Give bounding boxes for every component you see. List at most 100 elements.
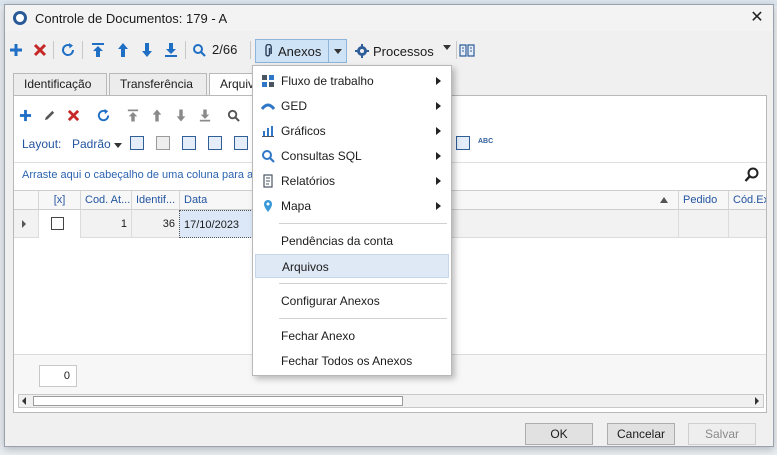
menu-item-fechar-todos-os-anexos[interactable]: Fechar Todos os Anexos bbox=[255, 349, 449, 373]
next-record-icon[interactable] bbox=[170, 102, 192, 128]
refresh-icon[interactable] bbox=[92, 102, 114, 128]
search-icon[interactable] bbox=[744, 167, 760, 183]
window-title: Controle de Documentos: 179 - A bbox=[35, 11, 228, 26]
menu-item-fluxo-de-trabalho[interactable]: Fluxo de trabalho bbox=[255, 69, 449, 93]
last-record-icon[interactable] bbox=[160, 35, 182, 65]
cell-cod-at: 1 bbox=[80, 210, 131, 238]
menu-item-mapa[interactable]: Mapa bbox=[255, 194, 449, 218]
move-down-icon[interactable] bbox=[234, 136, 248, 150]
layout-select[interactable]: Padrão bbox=[72, 137, 111, 151]
add-icon[interactable] bbox=[5, 35, 27, 65]
ok-button[interactable]: OK bbox=[525, 423, 593, 445]
text-style-icon[interactable]: ABC bbox=[478, 138, 493, 145]
title-bar: Controle de Documentos: 179 - A ✕ bbox=[5, 5, 773, 31]
scroll-left-icon[interactable] bbox=[20, 396, 30, 406]
anexos-button[interactable]: Anexos bbox=[255, 39, 347, 63]
workflow-icon bbox=[262, 75, 274, 87]
book-icon[interactable] bbox=[456, 35, 478, 65]
last-record-icon[interactable] bbox=[194, 102, 216, 128]
anexos-dropdown-arrow[interactable] bbox=[328, 40, 346, 62]
previous-record-icon[interactable] bbox=[112, 35, 134, 65]
delete-icon[interactable] bbox=[62, 102, 84, 128]
menu-item-configurar-anexos[interactable]: Configurar Anexos bbox=[255, 289, 449, 313]
layout-label: Layout: bbox=[22, 137, 62, 151]
anexos-dropdown-menu: Fluxo de trabalho GED Gráficos Consultas… bbox=[252, 65, 452, 376]
report-icon bbox=[263, 174, 273, 188]
tab-transferencia[interactable]: Transferência bbox=[109, 73, 207, 95]
menu-item-graficos[interactable]: Gráficos bbox=[255, 119, 449, 143]
move-up-icon[interactable] bbox=[208, 136, 222, 150]
menu-item-fechar-anexo[interactable]: Fechar Anexo bbox=[255, 324, 449, 348]
save-button[interactable]: Salvar bbox=[688, 423, 756, 445]
gear-icon bbox=[355, 44, 369, 58]
anexos-label: Anexos bbox=[278, 43, 322, 59]
footer-count: 0 bbox=[39, 365, 77, 387]
app-logo-icon bbox=[13, 11, 27, 25]
group-icon[interactable] bbox=[182, 136, 196, 150]
map-pin-icon bbox=[264, 200, 272, 212]
scroll-right-icon[interactable] bbox=[752, 396, 762, 406]
sort-asc-icon bbox=[660, 197, 668, 203]
toolbar-separator bbox=[185, 41, 186, 59]
menu-item-pendencias-da-conta[interactable]: Pendências da conta bbox=[255, 229, 449, 253]
record-position: 2/66 bbox=[212, 42, 238, 57]
chevron-right-icon bbox=[436, 77, 441, 85]
query-icon bbox=[262, 150, 275, 163]
first-record-icon[interactable] bbox=[87, 35, 109, 65]
search-icon[interactable] bbox=[222, 102, 244, 128]
menu-item-arquivos[interactable]: Arquivos bbox=[255, 254, 449, 278]
column-header-identif[interactable]: Identif... bbox=[131, 191, 179, 211]
select-cell bbox=[38, 210, 80, 238]
menu-separator bbox=[279, 283, 447, 284]
toolbar-separator bbox=[53, 41, 54, 59]
collapse-icon[interactable] bbox=[156, 136, 170, 150]
chevron-right-icon bbox=[436, 127, 441, 135]
chevron-right-icon bbox=[436, 202, 441, 210]
add-icon[interactable] bbox=[14, 102, 36, 128]
column-header-pedido[interactable]: Pedido bbox=[678, 191, 728, 211]
next-record-icon[interactable] bbox=[136, 35, 158, 65]
row-indicator-icon bbox=[22, 220, 26, 228]
row-checkbox[interactable] bbox=[51, 217, 64, 230]
cell-data[interactable]: 17/10/2023 bbox=[179, 210, 253, 238]
main-toolbar: 2/66 Anexos Processos bbox=[5, 35, 773, 65]
toolbar-separator bbox=[250, 41, 251, 59]
expand-icon[interactable] bbox=[130, 136, 144, 150]
chevron-down-icon[interactable] bbox=[114, 143, 122, 148]
cancel-button[interactable]: Cancelar bbox=[607, 423, 675, 445]
toolbar-separator bbox=[82, 41, 83, 59]
menu-item-consultas-sql[interactable]: Consultas SQL bbox=[255, 144, 449, 168]
background-bottom bbox=[0, 447, 777, 455]
cell-cod-ex bbox=[728, 210, 766, 238]
column-header-cod-at[interactable]: Cod. At... bbox=[80, 191, 131, 211]
menu-separator bbox=[279, 318, 447, 319]
refresh-icon[interactable] bbox=[57, 35, 79, 65]
scrollbar-thumb[interactable] bbox=[33, 396, 403, 406]
search-icon[interactable] bbox=[188, 35, 210, 65]
cell-identif: 36 bbox=[131, 210, 179, 238]
close-icon[interactable]: ✕ bbox=[747, 8, 767, 28]
chevron-down-icon bbox=[333, 48, 342, 54]
edit-icon[interactable] bbox=[38, 102, 60, 128]
column-header-cod-ex[interactable]: Cód.Ex bbox=[728, 191, 766, 211]
columns-icon[interactable] bbox=[456, 136, 470, 150]
chevron-down-icon[interactable] bbox=[443, 45, 451, 50]
first-record-icon[interactable] bbox=[122, 102, 144, 128]
previous-record-icon[interactable] bbox=[146, 102, 168, 128]
chart-icon bbox=[262, 126, 274, 137]
cell-pedido bbox=[678, 210, 728, 238]
menu-item-ged[interactable]: GED bbox=[255, 94, 449, 118]
chevron-right-icon bbox=[436, 177, 441, 185]
delete-icon[interactable] bbox=[29, 35, 51, 65]
paperclip-icon bbox=[265, 44, 272, 57]
tab-identificacao[interactable]: Identificação bbox=[13, 73, 107, 95]
horizontal-scrollbar[interactable] bbox=[18, 394, 764, 408]
ged-icon bbox=[261, 103, 275, 110]
column-header-select[interactable]: [x] bbox=[38, 191, 80, 211]
processos-button[interactable]: Processos bbox=[351, 39, 455, 63]
group-by-hint: Arraste aqui o cabeçalho de uma coluna p… bbox=[22, 169, 263, 181]
menu-separator bbox=[279, 223, 447, 224]
row-indicator-header bbox=[14, 191, 38, 211]
menu-item-relatorios[interactable]: Relatórios bbox=[255, 169, 449, 193]
chevron-right-icon bbox=[436, 102, 441, 110]
